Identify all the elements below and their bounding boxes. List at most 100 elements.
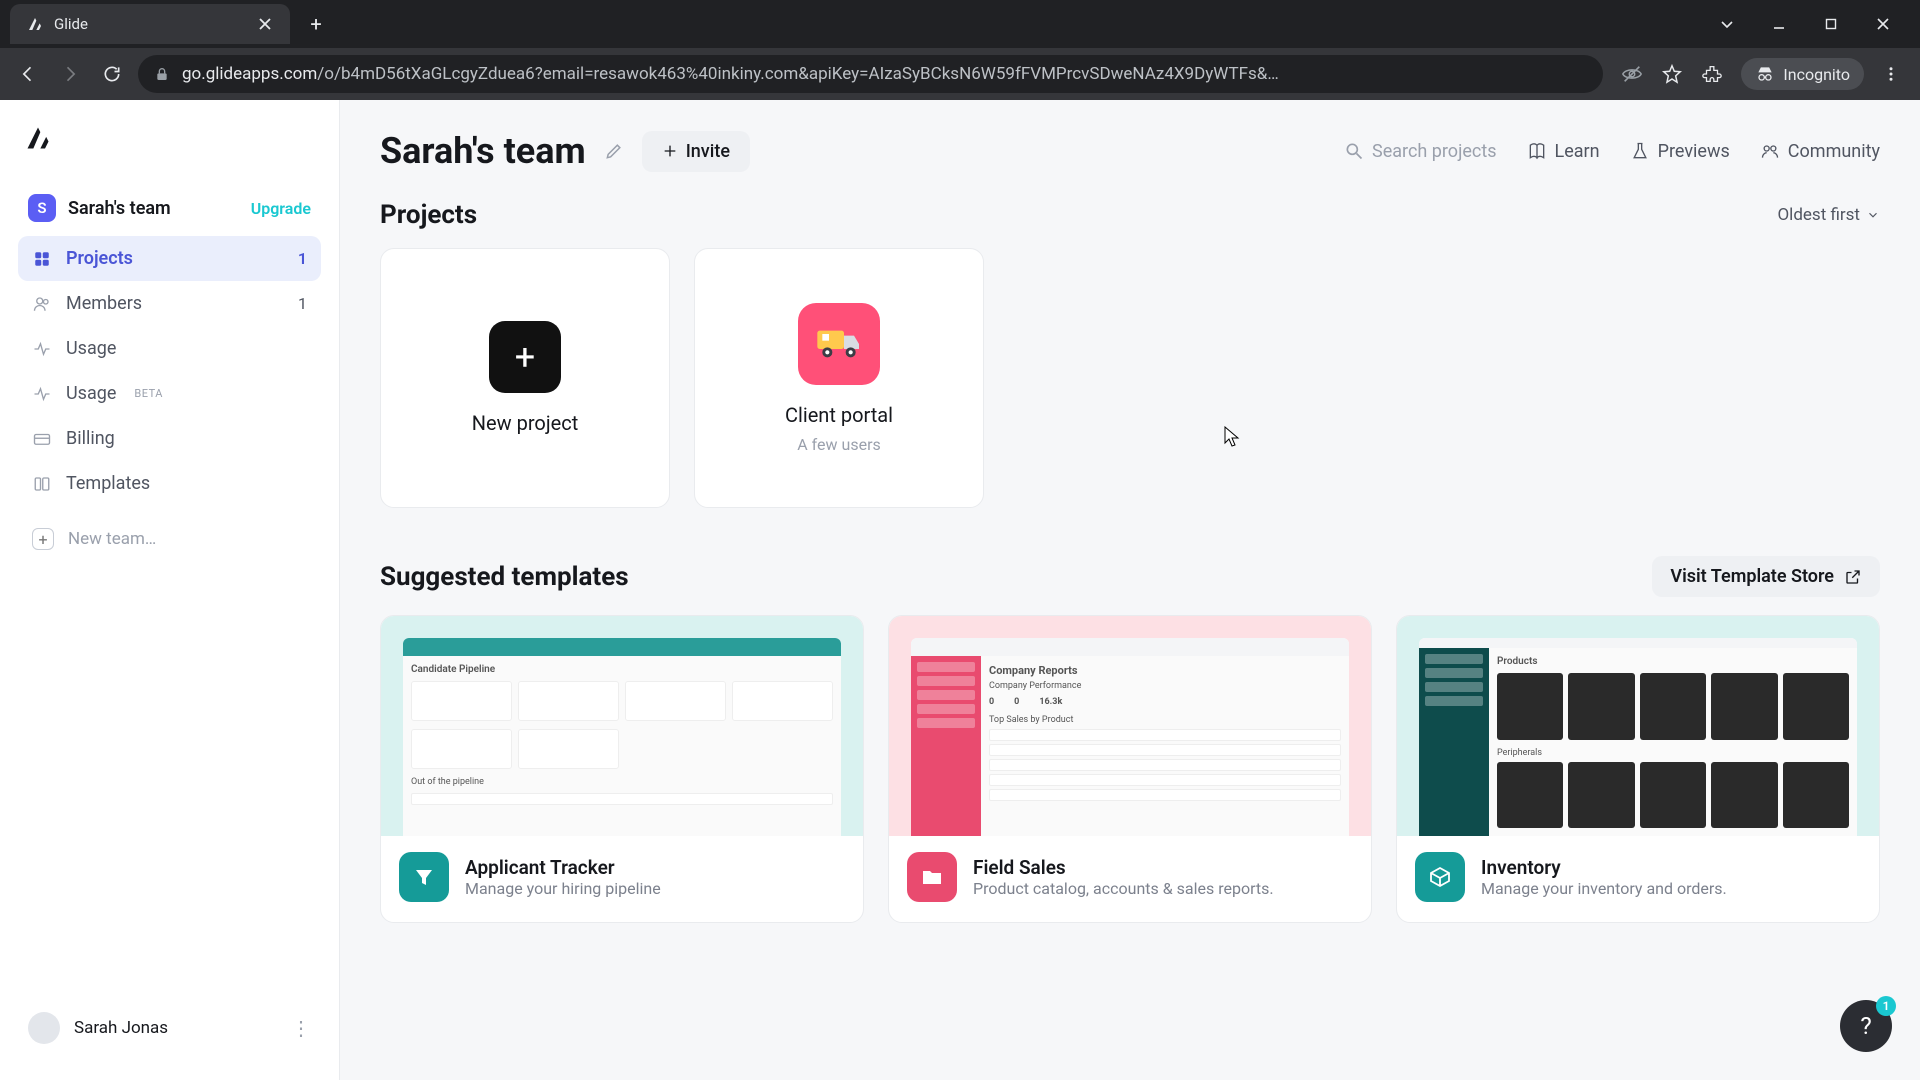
incognito-icon [1755, 64, 1775, 84]
search-icon [1344, 141, 1364, 161]
forward-button[interactable] [54, 58, 86, 90]
back-button[interactable] [12, 58, 44, 90]
browser-toolbar: go.glideapps.com/o/b4mD56tXaGLcgyZduea6?… [0, 48, 1920, 100]
maximize-icon[interactable] [1824, 17, 1848, 31]
sidebar-item-members[interactable]: Members 1 [18, 281, 321, 326]
pencil-icon[interactable] [604, 141, 624, 161]
reload-button[interactable] [96, 58, 128, 90]
url-text: go.glideapps.com/o/b4mD56tXaGLcgyZduea6?… [182, 64, 1587, 84]
plus-icon [662, 143, 678, 159]
truck-icon [798, 303, 880, 385]
page-header: Sarah's team Invite Search projects Lear… [380, 130, 1880, 172]
beta-badge: BETA [134, 387, 163, 400]
community-link[interactable]: Community [1760, 141, 1880, 162]
projects-title: Projects [380, 200, 477, 230]
tab-dropdown-icon[interactable] [1720, 17, 1744, 31]
nav-label: Projects [66, 248, 133, 269]
sidebar-item-billing[interactable]: Billing [18, 416, 321, 461]
previews-link[interactable]: Previews [1630, 141, 1730, 162]
sidebar: S Sarah's team Upgrade Projects 1 Member… [0, 100, 340, 1080]
nav-label: Billing [66, 428, 115, 449]
visit-template-store-button[interactable]: Visit Template Store [1652, 556, 1880, 597]
team-selector[interactable]: S Sarah's team Upgrade [18, 186, 321, 230]
sidebar-item-usage-beta[interactable]: Usage BETA [18, 371, 321, 416]
new-tab-button[interactable]: + [300, 8, 332, 40]
template-card[interactable]: Company Reports Company Performance 0016… [888, 615, 1372, 923]
incognito-badge[interactable]: Incognito [1741, 58, 1864, 90]
glide-logo-icon[interactable] [24, 124, 56, 156]
template-card[interactable]: Products Peripherals Inventory Manage yo… [1396, 615, 1880, 923]
sidebar-item-usage[interactable]: Usage [18, 326, 321, 371]
projects-header: Projects Oldest first [380, 200, 1880, 230]
plus-icon: + [489, 321, 561, 393]
template-name: Inventory [1481, 856, 1727, 879]
lock-icon [154, 66, 170, 82]
tab-strip: Glide + [0, 0, 332, 48]
sort-label: Oldest first [1777, 205, 1860, 225]
learn-link[interactable]: Learn [1527, 141, 1600, 162]
minimize-icon[interactable] [1772, 17, 1796, 31]
book-icon [1527, 141, 1547, 161]
team-name: Sarah's team [68, 198, 239, 219]
invite-button[interactable]: Invite [642, 131, 750, 172]
templates-icon [32, 474, 52, 494]
project-card[interactable]: Client portal A few users [694, 248, 984, 508]
template-name: Field Sales [973, 856, 1274, 879]
more-icon[interactable]: ⋮ [291, 1016, 311, 1040]
previews-label: Previews [1658, 141, 1730, 162]
kebab-icon[interactable] [1882, 65, 1900, 83]
funnel-icon [399, 852, 449, 902]
user-footer[interactable]: Sarah Jonas ⋮ [18, 1000, 321, 1056]
window-close-icon[interactable] [1876, 17, 1900, 31]
main-content: Sarah's team Invite Search projects Lear… [340, 100, 1920, 1080]
templates-title: Suggested templates [380, 562, 629, 592]
template-desc: Product catalog, accounts & sales report… [973, 879, 1274, 898]
team-avatar: S [28, 194, 56, 222]
browser-tab[interactable]: Glide [10, 4, 290, 44]
nav-label: Usage [66, 383, 116, 404]
community-icon [1760, 141, 1780, 161]
project-subtitle: A few users [797, 435, 881, 454]
help-button[interactable]: ? 1 [1840, 1000, 1892, 1052]
extensions-icon[interactable] [1701, 63, 1723, 85]
search-projects[interactable]: Search projects [1344, 141, 1497, 162]
glide-favicon-icon [26, 15, 44, 33]
help-badge: 1 [1876, 996, 1896, 1016]
template-card[interactable]: Candidate Pipeline Out of the pipeline A… [380, 615, 864, 923]
templates-header: Suggested templates Visit Template Store [380, 556, 1880, 597]
projects-grid: + New project Client portal A few users [380, 248, 1880, 508]
close-icon[interactable] [256, 15, 274, 33]
sort-dropdown[interactable]: Oldest first [1777, 205, 1880, 225]
app-root: S Sarah's team Upgrade Projects 1 Member… [0, 100, 1920, 1080]
nav-label: Templates [66, 473, 150, 494]
nav-count: 1 [298, 294, 307, 313]
folder-icon [907, 852, 957, 902]
flask-icon [1630, 141, 1650, 161]
incognito-label: Incognito [1783, 65, 1850, 84]
eye-off-icon[interactable] [1621, 63, 1643, 85]
sidebar-item-projects[interactable]: Projects 1 [18, 236, 321, 281]
template-preview: Candidate Pipeline Out of the pipeline [381, 616, 863, 836]
chevron-down-icon [1866, 208, 1880, 222]
new-team-button[interactable]: + New team… [18, 516, 321, 562]
star-icon[interactable] [1661, 63, 1683, 85]
community-label: Community [1788, 141, 1880, 162]
sidebar-item-templates[interactable]: Templates [18, 461, 321, 506]
new-project-card[interactable]: + New project [380, 248, 670, 508]
page-title: Sarah's team [380, 130, 586, 172]
invite-label: Invite [686, 141, 730, 162]
user-name: Sarah Jonas [74, 1018, 277, 1038]
learn-label: Learn [1555, 141, 1600, 162]
upgrade-link[interactable]: Upgrade [251, 199, 311, 218]
box-icon [1415, 852, 1465, 902]
window-controls [1720, 17, 1920, 31]
nav-count: 1 [298, 249, 307, 268]
template-desc: Manage your hiring pipeline [465, 879, 661, 898]
template-preview: Products Peripherals [1397, 616, 1879, 836]
address-bar[interactable]: go.glideapps.com/o/b4mD56tXaGLcgyZduea6?… [138, 55, 1603, 93]
templates-grid: Candidate Pipeline Out of the pipeline A… [380, 615, 1880, 923]
template-name: Applicant Tracker [465, 856, 661, 879]
grid-icon [32, 249, 52, 269]
template-preview: Company Reports Company Performance 0016… [889, 616, 1371, 836]
avatar [28, 1012, 60, 1044]
